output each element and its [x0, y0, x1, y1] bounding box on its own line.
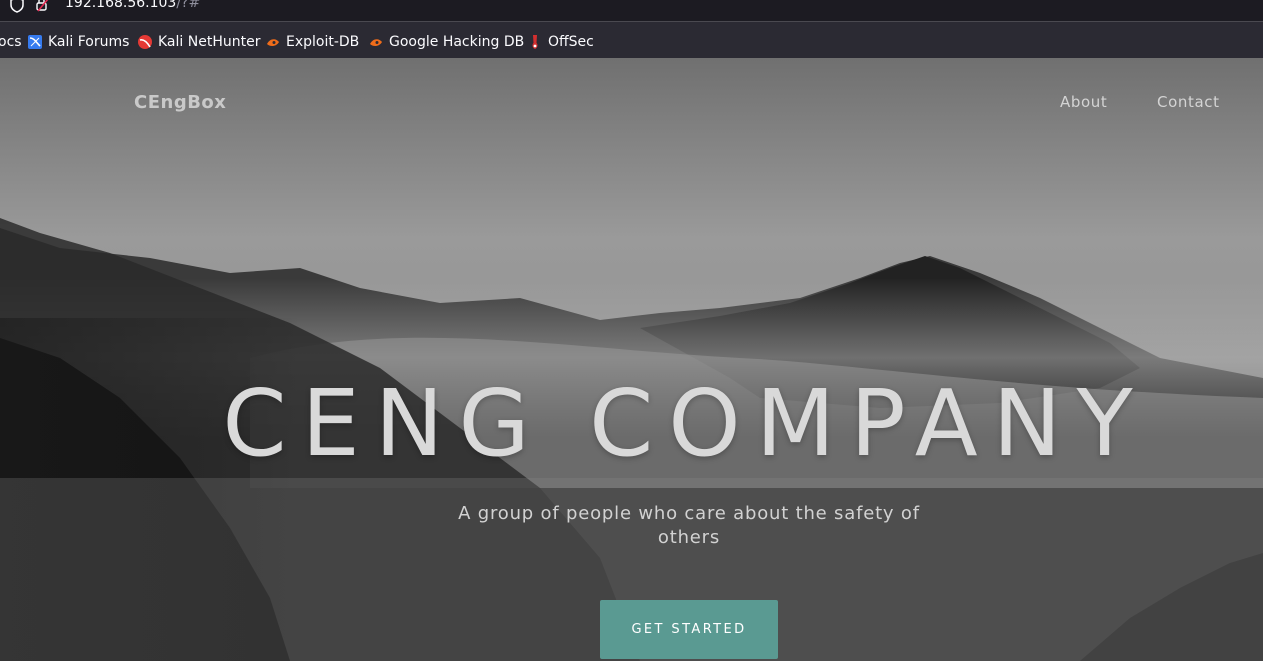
nav-link-about[interactable]: About — [1060, 93, 1107, 111]
bookmark-docs[interactable]: ocs — [0, 30, 22, 54]
url-text[interactable]: 192.168.56.103/?# — [65, 0, 200, 11]
misty-mountains-background-image — [0, 58, 1263, 661]
google-hacking-db-icon — [370, 39, 382, 47]
bookmark-label: Kali NetHunter — [158, 34, 261, 50]
tracking-protection-shield-icon[interactable] — [9, 0, 25, 13]
exploit-db-icon — [267, 39, 279, 47]
bookmark-google-hacking-db[interactable]: Google Hacking DB — [368, 30, 524, 54]
bookmark-label: Exploit-DB — [286, 34, 360, 50]
address-bar[interactable]: 192.168.56.103/?# — [0, 0, 1263, 22]
bookmark-exploit-db[interactable]: Exploit-DB — [265, 30, 359, 54]
kali-nethunter-icon — [138, 35, 152, 49]
bookmark-label: Google Hacking DB — [389, 34, 525, 50]
bookmark-label: Kali Forums — [48, 34, 130, 50]
hero-subtitle: A group of people who care about the saf… — [458, 503, 920, 548]
url-path: /?# — [176, 0, 201, 11]
kali-forums-icon — [28, 35, 42, 49]
bookmark-label: ocs — [0, 34, 22, 50]
site-brand-logo[interactable]: CEngBox — [134, 92, 226, 113]
get-started-button[interactable]: GET STARTED — [600, 600, 778, 659]
bookmarks-toolbar: ocs Kali Forums Kali NetHunter Exploit-D… — [0, 30, 1263, 54]
bookmark-offsec[interactable]: OffSec — [527, 30, 594, 54]
nav-link-contact[interactable]: Contact — [1157, 93, 1220, 111]
hero-title: CENG COMPANY — [222, 370, 1148, 477]
bookmark-kali-nethunter[interactable]: Kali NetHunter — [137, 30, 260, 54]
offsec-icon — [532, 35, 538, 49]
browser-toolbar: 192.168.56.103/?# ocs Kali Forums Kali N… — [0, 0, 1263, 58]
insecure-connection-lock-icon[interactable] — [34, 0, 50, 12]
url-host: 192.168.56.103 — [65, 0, 177, 11]
hero-section: CEngBox About Contact CENG COMPANY A gro… — [0, 58, 1263, 661]
bookmark-label: OffSec — [548, 34, 594, 50]
bookmark-kali-forums[interactable]: Kali Forums — [27, 30, 129, 54]
